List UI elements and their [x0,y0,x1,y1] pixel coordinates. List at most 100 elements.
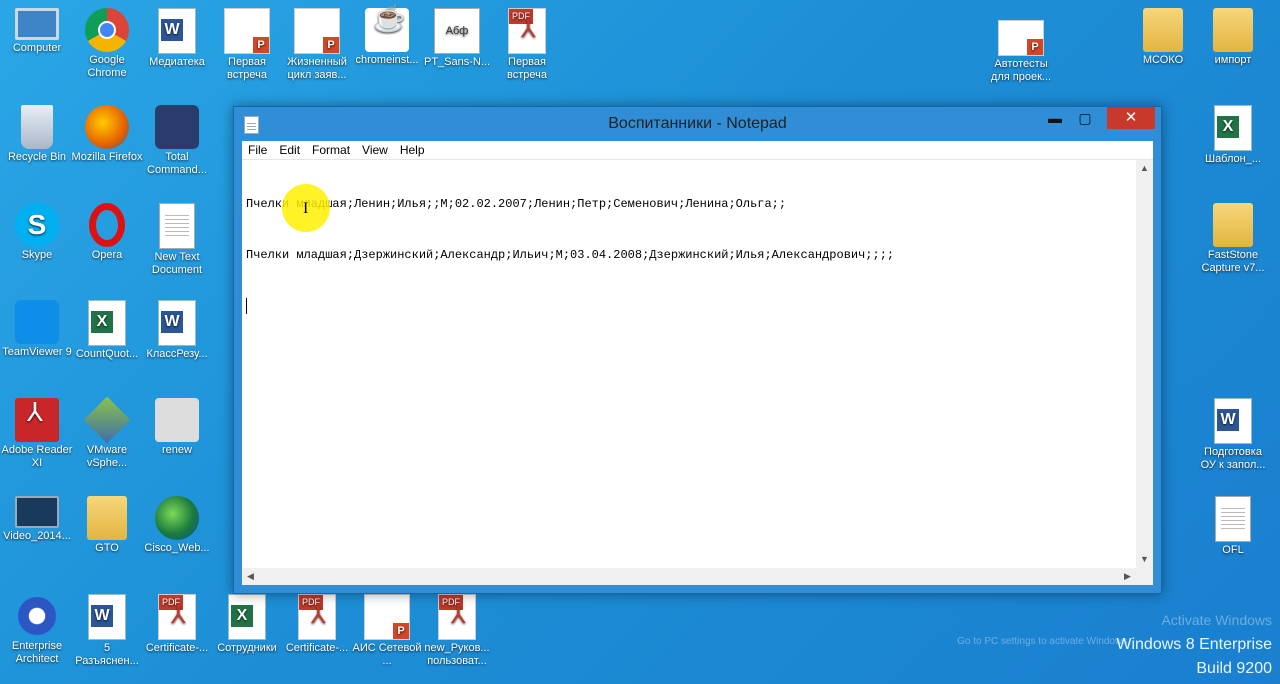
desktop-icon-computer[interactable]: Computer [1,8,73,55]
firefox-icon [85,105,129,149]
desktop-icon-chromeinst[interactable]: chromeinst... [351,8,423,67]
menu-file[interactable]: File [242,141,273,157]
desktop-icon-msoko[interactable]: МСОКО [1127,8,1199,67]
menu-view[interactable]: View [356,141,394,157]
desktop-icon-label: Первая встреча [227,56,267,81]
maximize-button[interactable]: ▢ [1071,107,1099,129]
word-doc-icon [158,8,196,54]
scroll-left-arrow-icon[interactable]: ◀ [242,568,259,585]
scroll-down-arrow-icon[interactable]: ▼ [1136,551,1153,568]
desktop-icon-cisco-web[interactable]: Cisco_Web... [141,496,213,555]
desktop-icon-mediateka[interactable]: Медиатека [141,8,213,69]
desktop-icon-ais-setevoy[interactable]: АИС Сетевой ... [351,594,423,668]
desktop-icon-certificate-1[interactable]: Certificate-... [141,594,213,655]
settings-file-icon [155,398,199,442]
desktop-icon-chrome[interactable]: Google Chrome [71,8,143,80]
desktop-icon-opera[interactable]: Opera [71,203,143,262]
folder-icon [1213,203,1253,247]
desktop-icon-ofl[interactable]: OFL [1197,496,1269,557]
notepad-window: Воспитанники - Notepad ▬ ▢ ✕ File Edit For… [233,106,1162,594]
desktop-icon-enterprise-architect[interactable]: Enterprise Architect [1,594,73,666]
desktop-icon-pervaya-vstrecha-ppt[interactable]: Первая встреча [211,8,283,82]
scroll-right-arrow-icon[interactable]: ▶ [1119,568,1136,585]
desktop-icon-countquot[interactable]: CountQuot... [71,300,143,361]
text-editor[interactable]: Пчелки младшая;Ленин;Илья;;М;02.02.2007;… [242,160,1136,568]
skype-icon: S [15,203,59,247]
scroll-up-arrow-icon[interactable]: ▲ [1136,160,1153,177]
menu-help[interactable]: Help [394,141,431,157]
folder-icon [87,496,127,540]
menu-edit[interactable]: Edit [273,141,306,157]
desktop-icon-firefox[interactable]: Mozilla Firefox [71,105,143,164]
desktop-icon-recycle-bin[interactable]: Recycle Bin [1,105,73,164]
powerpoint-icon [998,20,1044,56]
desktop-icon-label: Certificate-... [145,642,209,654]
desktop-icon-label: Первая встреча [507,56,547,81]
folder-icon [1213,8,1253,52]
desktop-icon-label: Автотесты для проек... [990,58,1052,83]
pdf-icon [298,594,336,640]
powerpoint-icon [224,8,270,54]
desktop-icon-klassrezu[interactable]: КлассРезу... [141,300,213,361]
desktop-icon-label: FastStone Capture v7... [1201,249,1265,274]
desktop-icon-pt-sans[interactable]: Абф PT_Sans-N... [421,8,493,69]
desktop-icon-pervaya-vstrecha-pdf[interactable]: Первая встреча [491,8,563,82]
video-icon [15,496,59,528]
desktop-icon-label: CountQuot... [75,348,139,360]
desktop-icon-certificate-2[interactable]: Certificate-... [281,594,353,655]
desktop-icon-podgotovka[interactable]: Подготовка ОУ к запол... [1197,398,1269,472]
desktop-icon-label: Google Chrome [87,54,127,79]
excel-icon [88,300,126,346]
desktop-icon-label: PT_Sans-N... [423,56,491,68]
notepad-app-icon[interactable] [244,116,259,134]
text-doc-icon [159,203,195,249]
desktop-icon-zhiznenny-tsikl[interactable]: Жизненный цикл заяв... [281,8,353,82]
desktop-icon-label: Жизненный цикл заяв... [287,56,347,81]
horizontal-scrollbar[interactable]: ◀ ▶ [242,568,1136,585]
pdf-icon [158,594,196,640]
minimize-button[interactable]: ▬ [1041,107,1069,129]
excel-icon [1214,105,1252,151]
menu-format[interactable]: Format [306,141,356,157]
desktop-icon-faststone[interactable]: FastStone Capture v7... [1197,203,1269,275]
desktop-icon-label: chromeinst... [355,54,419,66]
desktop-icon-label: Recycle Bin [7,151,67,163]
desktop-icon-adobe-reader[interactable]: Adobe Reader XI [1,398,73,470]
desktop-icon-label: импорт [1214,54,1252,66]
desktop-icon-label: renew [162,444,192,456]
powerpoint-icon [294,8,340,54]
desktop-icon-shablon[interactable]: Шаблон_... [1197,105,1269,166]
desktop-icon-razyasnenie[interactable]: 5 Разъяснен... [71,594,143,668]
desktop-icon-total-commander[interactable]: Total Command... [141,105,213,177]
opera-icon [89,203,125,247]
enterprise-architect-icon [15,594,59,638]
desktop-icon-video[interactable]: Video_2014... [1,496,73,543]
adobe-reader-icon [15,398,59,442]
pdf-icon [438,594,476,640]
text-caret [246,298,247,314]
close-button[interactable]: ✕ [1107,107,1155,129]
vertical-scrollbar[interactable]: ▲ ▼ [1136,160,1153,568]
desktop-icon-label: Adobe Reader XI [1,444,73,469]
desktop-icon-gto[interactable]: GTO [71,496,143,555]
desktop-icon-label: New Text Document [151,251,203,276]
desktop-icon-new-text-document[interactable]: New Text Document [141,203,213,277]
folder-icon [1143,8,1183,52]
desktop-icon-label: TeamViewer 9 [2,346,72,358]
title-bar[interactable]: Воспитанники - Notepad [234,107,1161,141]
desktop-icon-label: Медиатека [149,56,205,68]
desktop-icon-avtotesty[interactable]: Автотесты для проек... [985,20,1057,84]
activate-windows-title: Activate Windows [1161,612,1272,628]
desktop-icon-teamviewer[interactable]: TeamViewer 9 [1,300,73,359]
desktop-icon-skype[interactable]: S Skype [1,203,73,262]
cisco-icon [155,496,199,540]
word-doc-icon [1214,398,1252,444]
desktop-icon-renew[interactable]: renew [141,398,213,457]
desktop-icon-label: Total Command... [147,151,207,176]
powerpoint-icon [364,594,410,640]
desktop-icon-sotrudniki[interactable]: Сотрудники [211,594,283,655]
desktop-icon-vmware[interactable]: VMware vSphe... [71,396,143,470]
windows-edition: Windows 8 Enterprise [1116,636,1272,653]
desktop-icon-new-rukovodstvo[interactable]: new_Руков... пользоват... [421,594,493,668]
desktop-icon-import[interactable]: импорт [1197,8,1269,67]
